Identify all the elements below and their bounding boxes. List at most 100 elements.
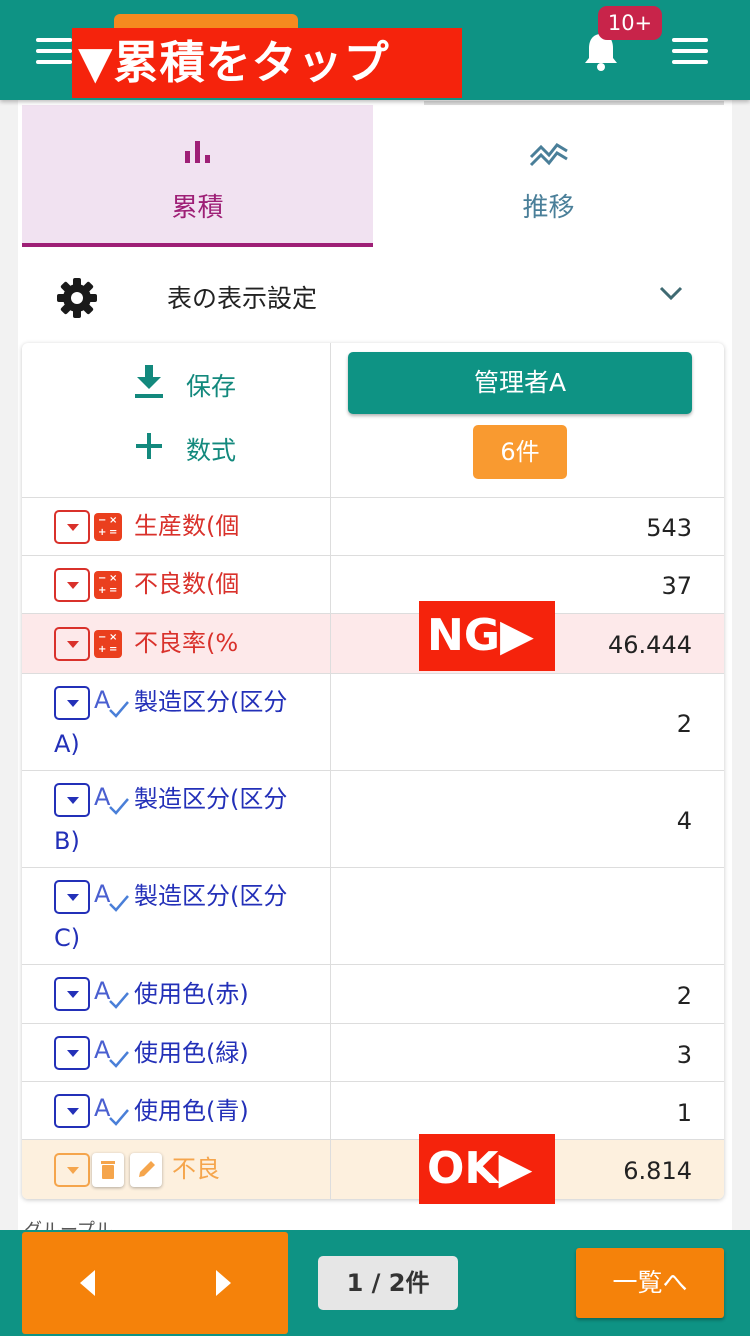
calculator-icon: − × + =: [94, 513, 122, 541]
svg-text:A: A: [94, 686, 111, 714]
table-display-settings[interactable]: 表の表示設定: [22, 255, 724, 339]
row-label-cell: − × + = 不良率(%: [22, 614, 331, 673]
table-row[interactable]: − × + = 不良率(% 46.444: [22, 613, 724, 673]
row-value: 6.814: [623, 1157, 692, 1185]
row-value: 3: [676, 1041, 692, 1069]
table-row[interactable]: A 製造区分(区分 B) 4: [22, 770, 724, 867]
tab-trend[interactable]: 推移: [373, 105, 724, 247]
trend-line-icon: [529, 143, 568, 167]
dropdown-toggle-icon[interactable]: [54, 510, 90, 544]
dropdown-toggle-icon[interactable]: [54, 783, 90, 817]
bar-chart-icon: [184, 141, 210, 163]
svg-text:A: A: [94, 1094, 111, 1122]
settings-label: 表の表示設定: [167, 284, 318, 313]
next-arrow-icon[interactable]: [216, 1270, 231, 1296]
dropdown-toggle-icon[interactable]: [54, 1094, 90, 1128]
svg-text:A: A: [94, 1036, 111, 1064]
download-icon: [135, 365, 163, 398]
ok-annotation: OK▶: [419, 1134, 555, 1204]
table-row[interactable]: − × + = 生産数(個 543: [22, 497, 724, 555]
text-check-icon: A: [94, 686, 129, 718]
row-label-cell: − × + = 生産数(個: [22, 498, 331, 555]
previous-arrow-icon[interactable]: [80, 1270, 95, 1296]
row-label-continued: A): [54, 730, 80, 758]
side-menu-icon[interactable]: [36, 38, 72, 64]
row-label-cell: A 使用色(赤): [22, 965, 331, 1023]
dropdown-toggle-icon[interactable]: [54, 627, 90, 661]
text-check-icon: A: [94, 880, 129, 912]
row-label: 使用色(赤): [134, 980, 249, 1008]
dropdown-toggle-icon[interactable]: [54, 880, 90, 914]
row-label: 使用色(緑): [134, 1039, 249, 1067]
manager-a-button[interactable]: 管理者A: [348, 352, 692, 414]
dropdown-toggle-icon[interactable]: [54, 568, 90, 602]
table-row[interactable]: A 使用色(赤) 2: [22, 964, 724, 1023]
calculator-icon: − × + =: [94, 571, 122, 599]
row-value: 2: [676, 982, 692, 1010]
ng-annotation: NG▶: [419, 601, 555, 671]
calculator-icon: − × + =: [94, 630, 122, 658]
row-value: 543: [646, 514, 692, 542]
row-label-cell: A 製造区分(区分 A): [22, 674, 331, 770]
row-label: 製造区分(区分: [134, 688, 288, 716]
plus-icon: [136, 433, 162, 459]
data-table: 保存 数式 管理者A 6件 − × + = 生産数(個 543 − × + = 不良数(個 …: [22, 343, 724, 1199]
delete-button[interactable]: [92, 1153, 124, 1187]
instruction-overlay: ▼累積をタップ: [72, 28, 462, 98]
table-row[interactable]: A 製造区分(区分 A) 2: [22, 673, 724, 770]
row-label: 使用色(青): [134, 1097, 249, 1125]
dropdown-toggle-icon[interactable]: [54, 1036, 90, 1070]
save-label: 保存: [186, 372, 237, 401]
dropdown-toggle-icon[interactable]: [54, 686, 90, 720]
table-row[interactable]: 不良 6.814: [22, 1139, 724, 1199]
svg-text:A: A: [94, 977, 111, 1005]
tab-label: 推移: [522, 193, 575, 223]
pager-buttons: [22, 1232, 288, 1334]
app-header: ▼累積をタップ 10+: [0, 0, 750, 100]
edit-button[interactable]: [130, 1153, 162, 1187]
text-check-icon: A: [94, 1094, 129, 1126]
table-row[interactable]: A 製造区分(区分 C): [22, 867, 724, 964]
row-label-cell: A 製造区分(区分 B): [22, 771, 331, 867]
text-check-icon: A: [94, 1036, 129, 1068]
row-label: 製造区分(区分: [134, 882, 288, 910]
text-check-icon: A: [94, 783, 129, 815]
row-label-cell: 不良: [22, 1140, 331, 1199]
row-label-cell: A 使用色(緑): [22, 1024, 331, 1081]
search-underline: [424, 101, 724, 105]
table-row[interactable]: − × + = 不良数(個 37: [22, 555, 724, 613]
row-value: 37: [661, 572, 692, 600]
row-value: 4: [676, 807, 692, 835]
row-label-continued: B): [54, 827, 80, 855]
table-row[interactable]: A 使用色(青) 1: [22, 1081, 724, 1139]
row-label: 不良: [172, 1155, 220, 1183]
svg-text:A: A: [94, 783, 111, 811]
notification-badge: 10+: [598, 6, 662, 40]
row-value: 2: [676, 710, 692, 738]
trash-icon: [101, 1161, 115, 1179]
pencil-icon: [139, 1161, 155, 1177]
row-value: 46.444: [608, 631, 692, 659]
row-label-cell: A 製造区分(区分 C): [22, 868, 331, 964]
row-label: 製造区分(区分: [134, 785, 288, 813]
dropdown-toggle-icon[interactable]: [54, 1153, 90, 1187]
tab-cumulative[interactable]: 累積: [22, 105, 373, 247]
row-label: 生産数(個: [134, 512, 240, 540]
row-label-continued: C): [54, 924, 81, 952]
row-label-cell: A 使用色(青): [22, 1082, 331, 1139]
row-value: 1: [676, 1099, 692, 1127]
menu-icon[interactable]: [672, 38, 708, 64]
svg-text:A: A: [94, 880, 111, 908]
gear-icon: [57, 278, 97, 318]
tab-label: 累積: [171, 193, 224, 223]
formula-label: 数式: [186, 436, 237, 465]
row-label: 不良数(個: [134, 570, 240, 598]
list-view-button[interactable]: 一覧へ: [576, 1248, 724, 1318]
dropdown-toggle-icon[interactable]: [54, 977, 90, 1011]
table-row[interactable]: A 使用色(緑) 3: [22, 1023, 724, 1081]
count-badge: 6件: [473, 425, 567, 479]
chevron-down-icon[interactable]: [658, 285, 684, 301]
column-divider: [330, 343, 331, 497]
row-label: 不良率(%: [134, 629, 239, 657]
row-label-cell: − × + = 不良数(個: [22, 556, 331, 613]
